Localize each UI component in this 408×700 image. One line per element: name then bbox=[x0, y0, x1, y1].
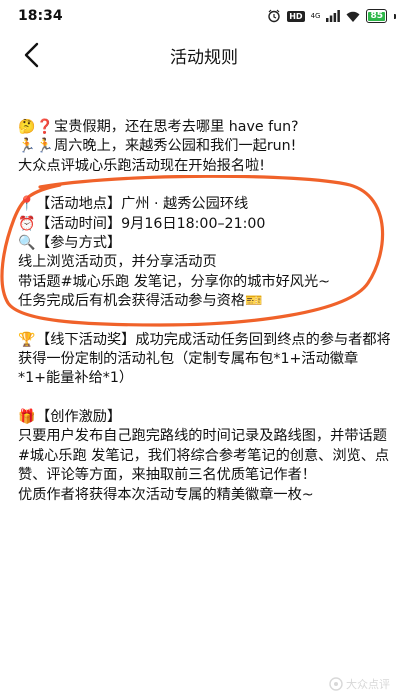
rules-content: 🤔❓宝贵假期，还在思考去哪里 have fun? 🏃🏃周六晚上，来越秀公园和我们… bbox=[18, 118, 392, 505]
battery-icon: 85 bbox=[366, 9, 387, 23]
creator-body: 只要用户发布自己跑完路线的时间记录及路线图，并带话题#城心乐跑 发笔记，我们将综… bbox=[18, 428, 390, 484]
method-line-3: 任务完成后有机会获得活动参与资格🎫 bbox=[18, 292, 392, 311]
creator-closing: 优质作者将获得本次活动专属的精美徽章一枚~ bbox=[18, 486, 314, 503]
gift-icon: 🎁 bbox=[18, 408, 36, 425]
method-heading: 🔍【参与方式】 bbox=[18, 234, 392, 253]
watermark: 大众点评 bbox=[329, 676, 390, 692]
battery-level: 85 bbox=[368, 10, 385, 21]
page-title: 活动规则 bbox=[170, 47, 238, 68]
time-line: ⏰【活动时间】9月16日18:00–21:00 bbox=[18, 215, 392, 234]
alarm-icon bbox=[267, 9, 281, 23]
back-button[interactable] bbox=[14, 38, 48, 72]
intro-line-1: 🤔❓宝贵假期，还在思考去哪里 have fun? bbox=[18, 118, 392, 137]
details-section: 📍【活动地点】广州 · 越秀公园环线 ⏰【活动时间】9月16日18:00–21:… bbox=[18, 195, 392, 311]
location-line: 📍【活动地点】广州 · 越秀公园环线 bbox=[18, 195, 392, 214]
hd-icon: HD bbox=[287, 10, 305, 22]
battery-cap bbox=[394, 13, 396, 19]
intro-line-3: 大众点评城心乐跑活动现在开始报名啦! bbox=[18, 157, 265, 174]
chevron-left-icon bbox=[24, 42, 39, 68]
intro-line-2: 🏃🏃周六晚上，来越秀公园和我们一起run! bbox=[18, 137, 392, 156]
thinking-face-icon: 🤔 bbox=[18, 119, 36, 135]
runner-icon: 🏃 bbox=[36, 138, 54, 155]
signal-icon bbox=[326, 10, 341, 22]
wifi-icon bbox=[346, 11, 360, 22]
method-line-2: 带话题#城心乐跑 发笔记，分享你的城市好风光~ bbox=[18, 273, 331, 290]
network-indicator: 4G bbox=[310, 11, 321, 20]
network-type: 4G bbox=[310, 11, 321, 20]
runner-icon: 🏃 bbox=[18, 138, 36, 155]
status-time: 18:34 bbox=[18, 8, 63, 24]
magnifier-icon: 🔍 bbox=[18, 235, 36, 252]
ticket-icon: 🎫 bbox=[245, 293, 263, 310]
creator-heading: 🎁【创作激励】 bbox=[18, 408, 392, 427]
creator-incentive-section: 🎁【创作激励】 只要用户发布自己跑完路线的时间记录及路线图，并带话题#城心乐跑 … bbox=[18, 408, 392, 505]
nav-bar: 活动规则 bbox=[0, 32, 408, 78]
alarm-clock-icon: ⏰ bbox=[18, 215, 36, 232]
dianping-logo-icon bbox=[329, 677, 343, 691]
offline-award-text: 【线下活动奖】成功完成活动任务回到终点的参与者都将获得一份定制的活动礼包（定制专… bbox=[18, 331, 391, 387]
status-bar: 18:34 HD 4G 85 bbox=[0, 0, 408, 32]
trophy-icon: 🏆 bbox=[18, 331, 36, 348]
pin-icon: 📍 bbox=[18, 196, 36, 213]
method-line-1: 线上浏览活动页，并分享活动页 bbox=[18, 254, 217, 271]
offline-award-section: 🏆【线下活动奖】成功完成活动任务回到终点的参与者都将获得一份定制的活动礼包（定制… bbox=[18, 331, 392, 389]
question-mark-icon: ❓ bbox=[36, 119, 54, 135]
intro-section: 🤔❓宝贵假期，还在思考去哪里 have fun? 🏃🏃周六晚上，来越秀公园和我们… bbox=[18, 118, 392, 176]
watermark-text: 大众点评 bbox=[346, 678, 390, 691]
status-icons: HD 4G 85 bbox=[267, 9, 396, 23]
